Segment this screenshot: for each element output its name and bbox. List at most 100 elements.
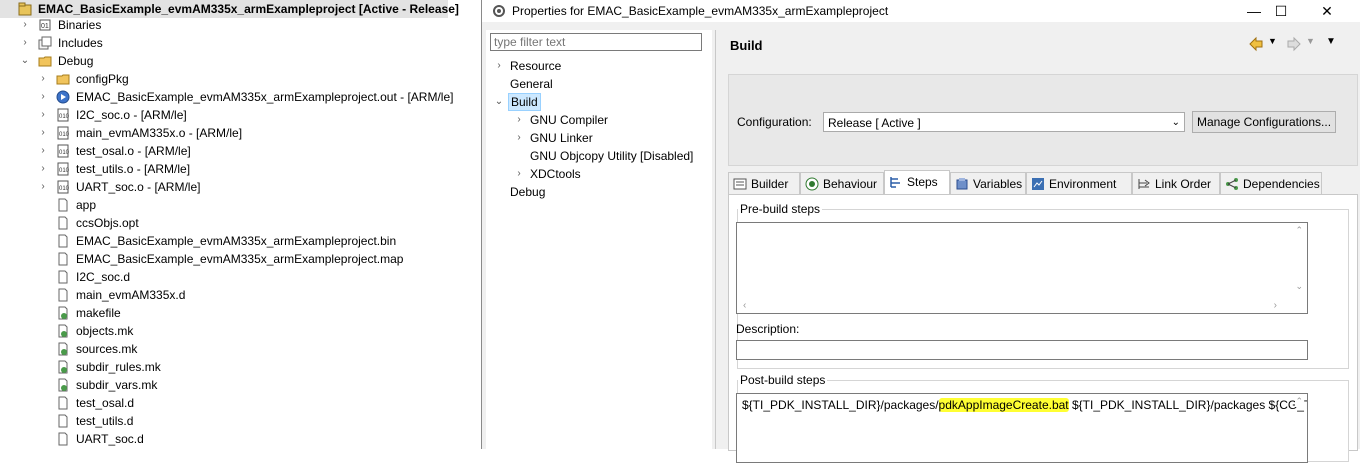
- tree-item[interactable]: ccsObjs.opt: [0, 214, 470, 232]
- chevron-right-icon[interactable]: ›: [38, 178, 48, 196]
- tree-item[interactable]: EMAC_BasicExample_evmAM335x_armExamplepr…: [0, 232, 470, 250]
- tree-item-label: subdir_vars.mk: [76, 378, 158, 392]
- makefile-icon: [58, 342, 68, 356]
- maximize-button[interactable]: ☐: [1258, 0, 1304, 22]
- chevron-right-icon[interactable]: ›: [38, 124, 48, 142]
- configuration-select[interactable]: Release [ Active ] ⌄: [823, 112, 1185, 132]
- tree-item[interactable]: › 01 Binaries: [0, 16, 470, 34]
- tree-item-label: Includes: [58, 36, 103, 50]
- tab-variables[interactable]: Variables: [950, 172, 1026, 194]
- svg-text:010: 010: [59, 114, 70, 120]
- nav-item-label: Debug: [510, 185, 546, 199]
- nav-item[interactable]: General: [486, 75, 712, 93]
- tree-item-label: subdir_rules.mk: [76, 360, 161, 374]
- description-field[interactable]: [736, 340, 1308, 360]
- nav-item[interactable]: GNU Objcopy Utility [Disabled]: [486, 147, 712, 165]
- tree-item[interactable]: EMAC_BasicExample_evmAM335x_armExamplepr…: [0, 250, 470, 268]
- tab-environment[interactable]: Environment: [1026, 172, 1132, 194]
- nav-item[interactable]: ⌄ Build: [486, 93, 712, 111]
- file-icon: [58, 270, 68, 284]
- chevron-down-icon[interactable]: ⌄: [20, 52, 30, 70]
- dialog-title: Properties for EMAC_BasicExample_evmAM33…: [512, 4, 889, 18]
- nav-item[interactable]: › XDCtools: [486, 165, 712, 183]
- chevron-right-icon[interactable]: ›: [38, 106, 48, 124]
- back-dropdown-icon[interactable]: ▼: [1268, 36, 1277, 46]
- scroll-up-icon[interactable]: ⌃: [1295, 225, 1303, 236]
- filter-input[interactable]: [490, 33, 702, 51]
- scroll-up-icon[interactable]: ⌃: [1295, 396, 1303, 407]
- nav-item[interactable]: Debug: [486, 183, 712, 201]
- tree-item-label: Binaries: [58, 18, 102, 32]
- tree-item[interactable]: objects.mk: [0, 322, 470, 340]
- scroll-left-icon[interactable]: ‹: [743, 300, 746, 311]
- chevron-right-icon[interactable]: ›: [514, 165, 524, 183]
- variables-icon: [956, 178, 968, 190]
- tree-item[interactable]: subdir_vars.mk: [0, 376, 470, 394]
- chevron-down-icon[interactable]: ⌄: [494, 93, 504, 111]
- tab-steps[interactable]: Steps: [884, 170, 950, 194]
- tree-item[interactable]: main_evmAM335x.d: [0, 286, 470, 304]
- svg-text:010: 010: [59, 168, 70, 174]
- tree-item[interactable]: test_utils.d: [0, 412, 470, 430]
- back-arrow-icon[interactable]: [1248, 36, 1264, 52]
- close-button[interactable]: ✕: [1304, 0, 1350, 22]
- tab-label: Link Order: [1155, 177, 1212, 191]
- tree-item[interactable]: › configPkg: [0, 70, 470, 88]
- svg-text:010: 010: [59, 186, 70, 192]
- tree-item[interactable]: subdir_rules.mk: [0, 358, 470, 376]
- tab-builder[interactable]: Builder: [728, 172, 800, 194]
- binaries-icon: 01: [39, 19, 51, 31]
- scroll-down-icon[interactable]: ⌄: [1295, 281, 1303, 292]
- chevron-right-icon[interactable]: ›: [38, 142, 48, 160]
- chevron-right-icon[interactable]: ›: [38, 70, 48, 88]
- chevron-right-icon[interactable]: ›: [38, 88, 48, 106]
- makefile-icon: [58, 324, 68, 338]
- chevron-right-icon[interactable]: ›: [514, 129, 524, 147]
- tree-item-label: configPkg: [76, 72, 129, 86]
- tab-behaviour[interactable]: Behaviour: [800, 172, 884, 194]
- postbuild-textarea[interactable]: ${TI_PDK_INSTALL_DIR}/packages/pdkAppIma…: [736, 393, 1308, 463]
- tree-item[interactable]: › 010 I2C_soc.o - [ARM/le]: [0, 106, 470, 124]
- scroll-right-icon[interactable]: ›: [1274, 300, 1277, 311]
- chevron-right-icon[interactable]: ›: [38, 160, 48, 178]
- svg-text:01: 01: [41, 23, 49, 30]
- file-icon: [58, 432, 68, 446]
- tab-label: Behaviour: [823, 177, 878, 191]
- chevron-down-icon: ⌄: [1171, 117, 1180, 128]
- file-icon: [58, 414, 68, 428]
- manage-configurations-button[interactable]: Manage Configurations...: [1192, 111, 1336, 133]
- tree-item[interactable]: ⌄ Debug: [0, 52, 470, 70]
- postbuild-label: Post-build steps: [738, 373, 828, 387]
- tree-item[interactable]: › Includes: [0, 34, 470, 52]
- gear-app-icon: [493, 5, 505, 17]
- tree-item[interactable]: test_osal.d: [0, 394, 470, 412]
- chevron-right-icon[interactable]: ›: [20, 34, 30, 52]
- page-title: Build: [730, 38, 763, 53]
- nav-item[interactable]: › Resource: [486, 57, 712, 75]
- tree-item[interactable]: › EMAC_BasicExample_evmAM335x_armExamplep…: [0, 88, 470, 106]
- tab-dependencies[interactable]: Dependencies: [1220, 172, 1322, 194]
- forward-arrow-icon[interactable]: [1286, 36, 1302, 52]
- forward-dropdown-icon[interactable]: ▼: [1306, 36, 1315, 46]
- tree-item[interactable]: makefile: [0, 304, 470, 322]
- tree-item[interactable]: › 010 test_utils.o - [ARM/le]: [0, 160, 470, 178]
- view-menu-icon[interactable]: ▼: [1326, 36, 1336, 47]
- tab-link-order[interactable]: Link Order: [1132, 172, 1220, 194]
- chevron-right-icon[interactable]: ›: [494, 57, 504, 75]
- nav-item[interactable]: › GNU Linker: [486, 129, 712, 147]
- tree-item[interactable]: › 010 UART_soc.o - [ARM/le]: [0, 178, 470, 196]
- close-icon: ✕: [1321, 3, 1333, 19]
- prebuild-textarea[interactable]: ⌃ ⌄ ‹ ›: [736, 222, 1308, 314]
- tree-item[interactable]: › 010 main_evmAM335x.o - [ARM/le]: [0, 124, 470, 142]
- configuration-group: Configuration: Release [ Active ] ⌄ Mana…: [728, 74, 1358, 166]
- tree-item[interactable]: UART_soc.d: [0, 430, 470, 448]
- chevron-right-icon[interactable]: ›: [20, 16, 30, 34]
- project-explorer: EMAC_BasicExample_evmAM335x_armExamplepr…: [0, 0, 480, 449]
- chevron-right-icon[interactable]: ›: [514, 111, 524, 129]
- makefile-icon: [58, 360, 68, 374]
- tree-item[interactable]: › 010 test_osal.o - [ARM/le]: [0, 142, 470, 160]
- tree-item[interactable]: sources.mk: [0, 340, 470, 358]
- nav-item[interactable]: › GNU Compiler: [486, 111, 712, 129]
- tree-item[interactable]: I2C_soc.d: [0, 268, 470, 286]
- tree-item[interactable]: app: [0, 196, 470, 214]
